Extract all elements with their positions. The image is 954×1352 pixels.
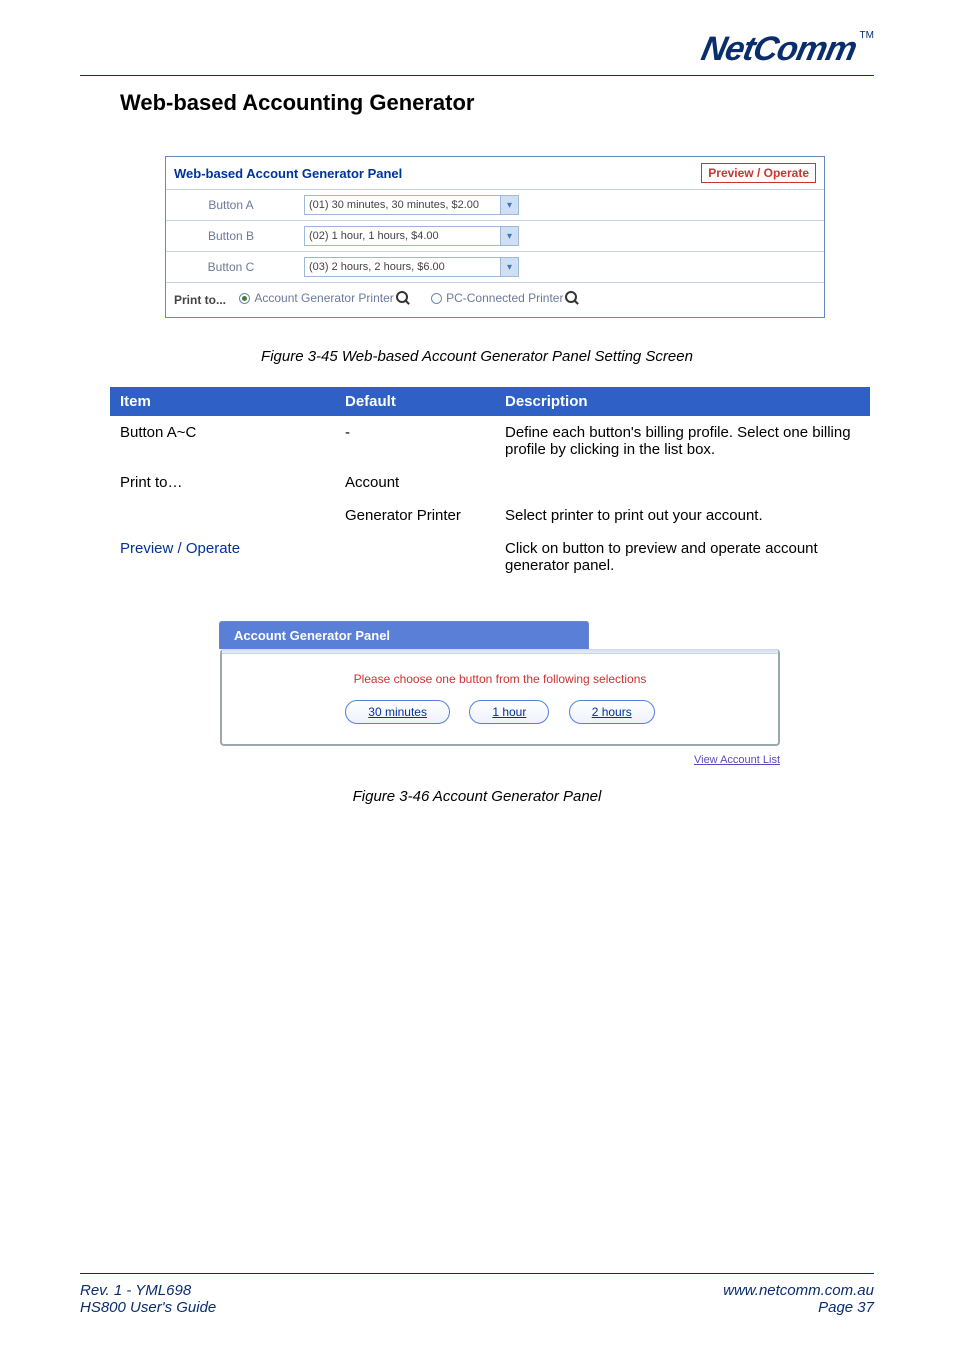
figure-3-45-caption: Figure 3-45 Web-based Account Generator …: [80, 348, 874, 365]
print-to-label: Print to...: [174, 293, 226, 307]
footer-url: www.netcomm.com.au: [723, 1282, 874, 1299]
th-description: Description: [495, 387, 870, 416]
table-row: Print to… Account: [110, 466, 870, 499]
footer-guide: HS800 User's Guide: [80, 1299, 216, 1316]
figure-3-46-caption: Figure 3-46 Account Generator Panel: [80, 788, 874, 805]
brand-logo: NetComm: [698, 30, 860, 69]
button-b-label: Button B: [166, 221, 296, 252]
cell-desc: [495, 466, 870, 499]
th-item: Item: [110, 387, 335, 416]
panel1-title: Web-based Account Generator Panel: [174, 166, 701, 181]
cell-desc: Select printer to print out your account…: [495, 499, 870, 532]
search-icon[interactable]: [396, 291, 410, 305]
cell-item: [110, 499, 335, 532]
preview-operate-button[interactable]: Preview / Operate: [701, 163, 816, 183]
page-header: NetCommTM: [80, 30, 874, 76]
print-option-acct[interactable]: Account Generator Printer: [239, 291, 409, 305]
pill-1-hour[interactable]: 1 hour: [469, 700, 549, 724]
th-default: Default: [335, 387, 495, 416]
account-generator-settings-panel: Web-based Account Generator Panel Previe…: [165, 156, 825, 318]
cell-item-link: Preview / Operate: [110, 532, 335, 582]
button-a-select[interactable]: (01) 30 minutes, 30 minutes, $2.00 ▾: [304, 195, 519, 215]
footer-rev: Rev. 1 - YML698: [80, 1282, 216, 1299]
table-row: Button A~C - Define each button's billin…: [110, 416, 870, 466]
button-b-select[interactable]: (02) 1 hour, 1 hours, $4.00 ▾: [304, 226, 519, 246]
cell-default: -: [335, 416, 495, 466]
account-generator-panel: Please choose one button from the follow…: [220, 649, 780, 746]
pill-30-minutes[interactable]: 30 minutes: [345, 700, 450, 724]
page-footer: Rev. 1 - YML698 HS800 User's Guide www.n…: [80, 1273, 874, 1316]
print-option-pc[interactable]: PC-Connected Printer: [431, 291, 579, 305]
view-account-list-link[interactable]: View Account List: [694, 754, 780, 766]
panel2-tab: Account Generator Panel: [219, 621, 589, 649]
button-a-label: Button A: [166, 190, 296, 221]
print-option-pc-label: PC-Connected Printer: [446, 291, 563, 305]
button-c-value: (03) 2 hours, 2 hours, $6.00: [305, 261, 500, 273]
print-option-acct-label: Account Generator Printer: [254, 291, 393, 305]
page-title: Web-based Accounting Generator: [120, 90, 874, 116]
chevron-down-icon: ▾: [500, 258, 518, 276]
search-icon[interactable]: [565, 291, 579, 305]
description-table: Item Default Description Button A~C - De…: [110, 387, 870, 582]
table-row: Generator Printer Select printer to prin…: [110, 499, 870, 532]
panel2-message: Please choose one button from the follow…: [242, 672, 758, 686]
brand-tm: TM: [860, 30, 874, 41]
cell-default: [335, 532, 495, 582]
button-a-value: (01) 30 minutes, 30 minutes, $2.00: [305, 199, 500, 211]
cell-item: Print to…: [110, 466, 335, 499]
cell-desc: Click on button to preview and operate a…: [495, 532, 870, 582]
cell-item: Button A~C: [110, 416, 335, 466]
cell-desc: Define each button's billing profile. Se…: [495, 416, 870, 466]
table-row: Preview / Operate Click on button to pre…: [110, 532, 870, 582]
button-c-label: Button C: [166, 252, 296, 283]
pill-2-hours[interactable]: 2 hours: [569, 700, 655, 724]
radio-checked-icon: [239, 293, 250, 304]
chevron-down-icon: ▾: [500, 227, 518, 245]
button-c-select[interactable]: (03) 2 hours, 2 hours, $6.00 ▾: [304, 257, 519, 277]
footer-page: Page 37: [723, 1299, 874, 1316]
chevron-down-icon: ▾: [500, 196, 518, 214]
table-header-row: Item Default Description: [110, 387, 870, 416]
button-b-value: (02) 1 hour, 1 hours, $4.00: [305, 230, 500, 242]
radio-unchecked-icon: [431, 293, 442, 304]
cell-default: Account: [335, 466, 495, 499]
cell-default: Generator Printer: [335, 499, 495, 532]
